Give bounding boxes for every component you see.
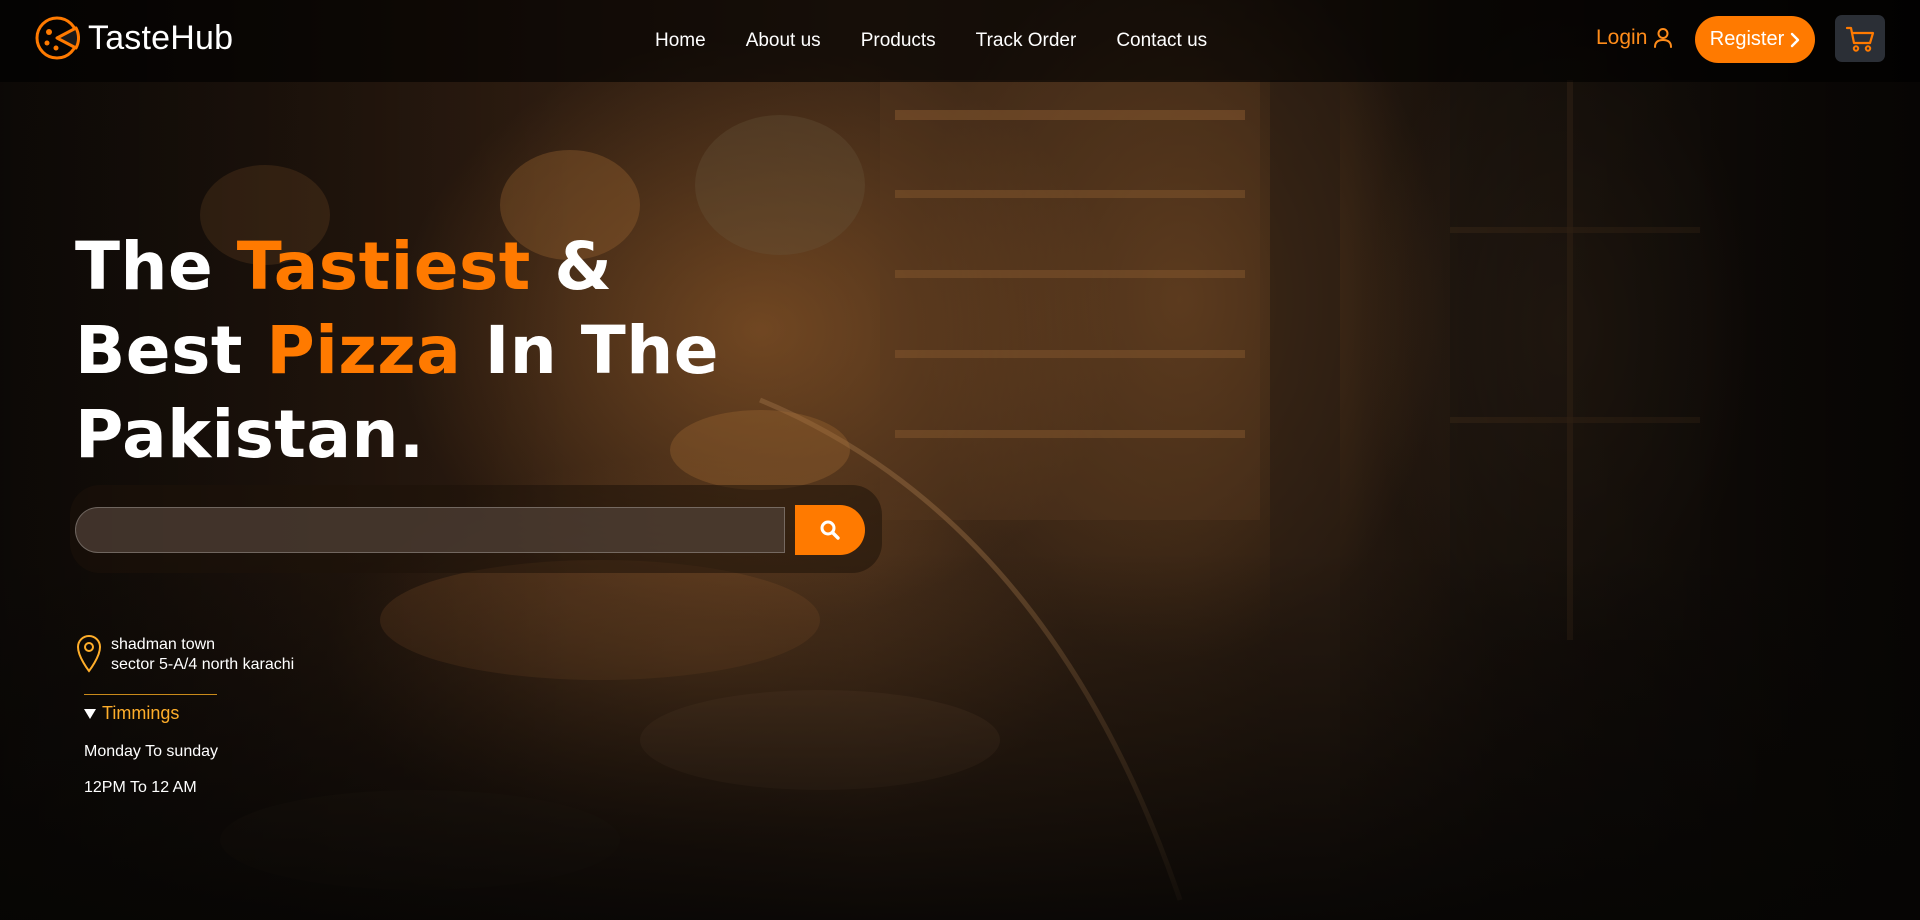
hero-title-line2: Best Pizza In The — [75, 312, 719, 389]
hero-highlight-pizza: Pizza — [266, 312, 462, 389]
hero-highlight-tastiest: Tastiest — [236, 228, 531, 305]
login-link[interactable]: Login — [1596, 26, 1673, 50]
nav-link-track-order[interactable]: Track Order — [976, 30, 1077, 52]
hero-text: The — [75, 228, 237, 305]
register-label: Register — [1709, 28, 1785, 50]
address-text: shadman town sector 5-A/4 north karachi — [111, 633, 294, 675]
hero-title: The Tastiest & Best Pizza In The Pakista… — [75, 225, 719, 477]
nav-link-contact-us[interactable]: Contact us — [1116, 30, 1207, 52]
login-label: Login — [1596, 26, 1648, 49]
search-icon — [820, 520, 840, 540]
brand[interactable]: TasteHub — [34, 15, 233, 61]
hero-text: & — [530, 228, 613, 305]
search-input[interactable] — [75, 507, 785, 553]
nav-link-about-us[interactable]: About us — [746, 30, 821, 52]
main-nav: Home About us Products Track Order Conta… — [655, 0, 1207, 82]
nav-link-home[interactable]: Home — [655, 30, 706, 52]
map-pin-icon — [76, 635, 102, 673]
nav-link-products[interactable]: Products — [861, 30, 936, 52]
register-button[interactable]: Register — [1695, 16, 1815, 63]
user-icon — [1654, 28, 1673, 48]
address-line-2: sector 5-A/4 north karachi — [111, 656, 295, 673]
chevron-right-icon — [1791, 32, 1800, 47]
timings-label: Timmings — [102, 703, 180, 723]
address-line-1: shadman town — [111, 636, 216, 653]
brand-name: TasteHub — [88, 18, 234, 57]
hero-title-line3: Pakistan. — [75, 396, 425, 473]
timings-days: Monday To sunday — [84, 743, 219, 760]
location-info: shadman town sector 5-A/4 north karachi — [75, 633, 294, 675]
cart-button[interactable] — [1835, 15, 1885, 62]
timings-divider — [84, 694, 217, 695]
page: TasteHub Home About us Products Track Or… — [0, 0, 1920, 920]
timings-toggle[interactable]: Timmings — [84, 703, 218, 724]
timings-section: Timmings Monday To sunday 12PM To 12 AM — [84, 703, 218, 797]
navbar: TasteHub Home About us Products Track Or… — [0, 0, 1920, 82]
hero-text: In The — [461, 312, 720, 389]
hero-title-line1: The Tastiest & — [75, 228, 612, 305]
search-button[interactable] — [795, 505, 865, 555]
hero-text: Best — [75, 312, 267, 389]
pizza-logo-icon — [35, 16, 80, 60]
triangle-down-icon — [84, 708, 96, 719]
cart-icon — [1845, 26, 1875, 52]
timings-hours: 12PM To 12 AM — [84, 779, 197, 796]
